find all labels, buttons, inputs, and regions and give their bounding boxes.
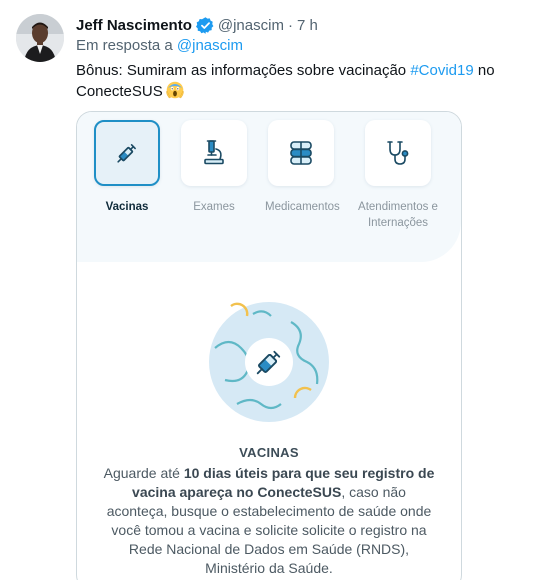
tab-medicamentos-box: [268, 120, 334, 186]
tab-medicamentos-label: Medicamentos: [265, 201, 340, 213]
timestamp[interactable]: 7 h: [297, 17, 318, 34]
reply-mention-link[interactable]: @jnascim: [177, 37, 243, 54]
screaming-face-emoji-icon: [165, 81, 184, 99]
tweet[interactable]: Jeff Nascimento @jnascim · 7 h Em respos…: [0, 0, 550, 580]
tab-medicamentos[interactable]: Medicamentos: [265, 120, 340, 215]
tab-atendimentos[interactable]: Atendimentos e Internações: [352, 120, 444, 231]
category-tabs: Vacinas Exames Medicamentos Atendimentos…: [77, 112, 461, 262]
reply-prefix: Em resposta a: [76, 37, 173, 54]
tweet-header: Jeff Nascimento @jnascim · 7 h: [76, 14, 318, 36]
separator-dot: ·: [287, 16, 293, 34]
display-name[interactable]: Jeff Nascimento: [76, 17, 192, 34]
tab-exames-box: [181, 120, 247, 186]
tweet-text-part1: Bônus: Sumiram as informações sobre vaci…: [76, 62, 411, 79]
section-title: VACINAS: [239, 445, 299, 460]
pill-bottle-icon: [290, 141, 312, 165]
tweet-text: Bônus: Sumiram as informações sobre vaci…: [76, 60, 516, 102]
tab-vacinas[interactable]: Vacinas: [91, 120, 163, 215]
avatar[interactable]: [16, 14, 64, 62]
handle[interactable]: @jnascim: [218, 17, 284, 34]
hashtag-link[interactable]: #Covid19: [410, 62, 473, 79]
reply-context: Em resposta a @jnascim: [76, 37, 243, 54]
tab-vacinas-box: [94, 120, 160, 186]
tab-exames-label: Exames: [193, 201, 235, 213]
tab-atendimentos-box: [365, 120, 431, 186]
tab-exames[interactable]: Exames: [178, 120, 250, 215]
tab-atendimentos-label: Atendimentos e Internações: [358, 201, 438, 229]
stethoscope-icon: [387, 141, 409, 165]
vaccine-illustration: [207, 300, 331, 424]
section-body: Aguarde até 10 dias úteis para que seu r…: [103, 464, 435, 578]
media-screenshot[interactable]: Vacinas Exames Medicamentos Atendimentos…: [76, 111, 462, 580]
verified-badge-icon: [195, 16, 215, 35]
section-body-part1: Aguarde até: [103, 465, 184, 481]
microscope-icon: [204, 140, 224, 165]
tab-vacinas-label: Vacinas: [105, 201, 149, 213]
syringe-icon: [117, 144, 136, 163]
